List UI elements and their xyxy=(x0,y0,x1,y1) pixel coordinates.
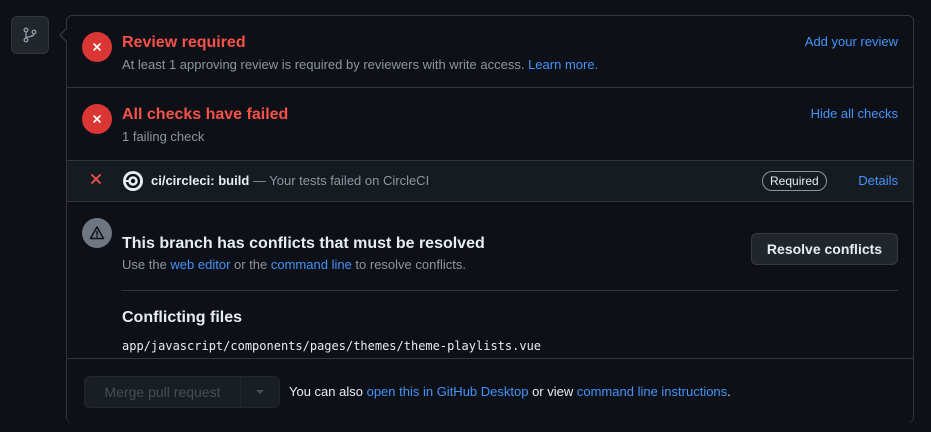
details-link[interactable]: Details xyxy=(858,173,898,188)
learn-more-link[interactable]: Learn more. xyxy=(528,57,598,72)
merge-dropdown-button[interactable] xyxy=(241,377,279,407)
alert-icon xyxy=(82,218,112,248)
x-circle-icon xyxy=(82,32,112,62)
review-section: Review required At least 1 approving rev… xyxy=(67,16,913,88)
desc-suffix: to resolve conflicts. xyxy=(351,257,466,272)
desc-prefix: Use the xyxy=(122,257,171,272)
check-row: ci/circleci: build — Your tests failed o… xyxy=(67,160,913,202)
note-mid: or view xyxy=(528,384,577,399)
review-title: Review required xyxy=(122,34,246,51)
merge-box: Review required At least 1 approving rev… xyxy=(66,15,914,423)
conflicting-file[interactable]: app/javascript/components/pages/themes/t… xyxy=(122,339,541,353)
checks-section: All checks have failed 1 failing check H… xyxy=(67,88,913,160)
desc-mid: or the xyxy=(230,257,271,272)
checks-description: 1 failing check xyxy=(122,129,205,144)
check-desc-text: — Your tests failed on CircleCI xyxy=(249,173,430,188)
checks-title: All checks have failed xyxy=(122,106,289,123)
merge-section: Merge pull request You can also open thi… xyxy=(67,359,913,423)
cli-instructions-link[interactable]: command line instructions xyxy=(577,384,727,399)
review-desc-text: At least 1 approving review is required … xyxy=(122,57,525,72)
note-suffix: . xyxy=(727,384,731,399)
check-description: ci/circleci: build — Your tests failed o… xyxy=(151,173,429,188)
open-desktop-link[interactable]: open this in GitHub Desktop xyxy=(367,384,529,399)
conflicts-section: This branch has conflicts that must be r… xyxy=(67,202,913,359)
resolve-conflicts-button[interactable]: Resolve conflicts xyxy=(751,233,898,265)
merge-pull-request-button[interactable]: Merge pull request xyxy=(85,377,241,407)
conflicts-title: This branch has conflicts that must be r… xyxy=(122,235,485,252)
conflicting-files-title: Conflicting files xyxy=(122,309,242,326)
review-description: At least 1 approving review is required … xyxy=(122,57,598,72)
hide-checks-link[interactable]: Hide all checks xyxy=(811,106,898,121)
x-circle-icon xyxy=(82,104,112,134)
add-review-link[interactable]: Add your review xyxy=(805,34,898,49)
note-prefix: You can also xyxy=(289,384,367,399)
circleci-logo-icon xyxy=(123,171,143,191)
git-branch-icon xyxy=(11,16,49,54)
merge-button-group: Merge pull request xyxy=(84,376,280,408)
command-line-link[interactable]: command line xyxy=(271,257,352,272)
triangle-down-icon xyxy=(256,390,264,394)
divider xyxy=(121,290,898,291)
required-badge: Required xyxy=(762,171,827,191)
panel-pointer-inner xyxy=(61,29,67,41)
merge-note: You can also open this in GitHub Desktop… xyxy=(289,384,731,399)
check-name: ci/circleci: build xyxy=(151,173,250,188)
x-icon xyxy=(90,172,102,190)
conflicts-description: Use the web editor or the command line t… xyxy=(122,257,466,272)
web-editor-link[interactable]: web editor xyxy=(170,257,230,272)
